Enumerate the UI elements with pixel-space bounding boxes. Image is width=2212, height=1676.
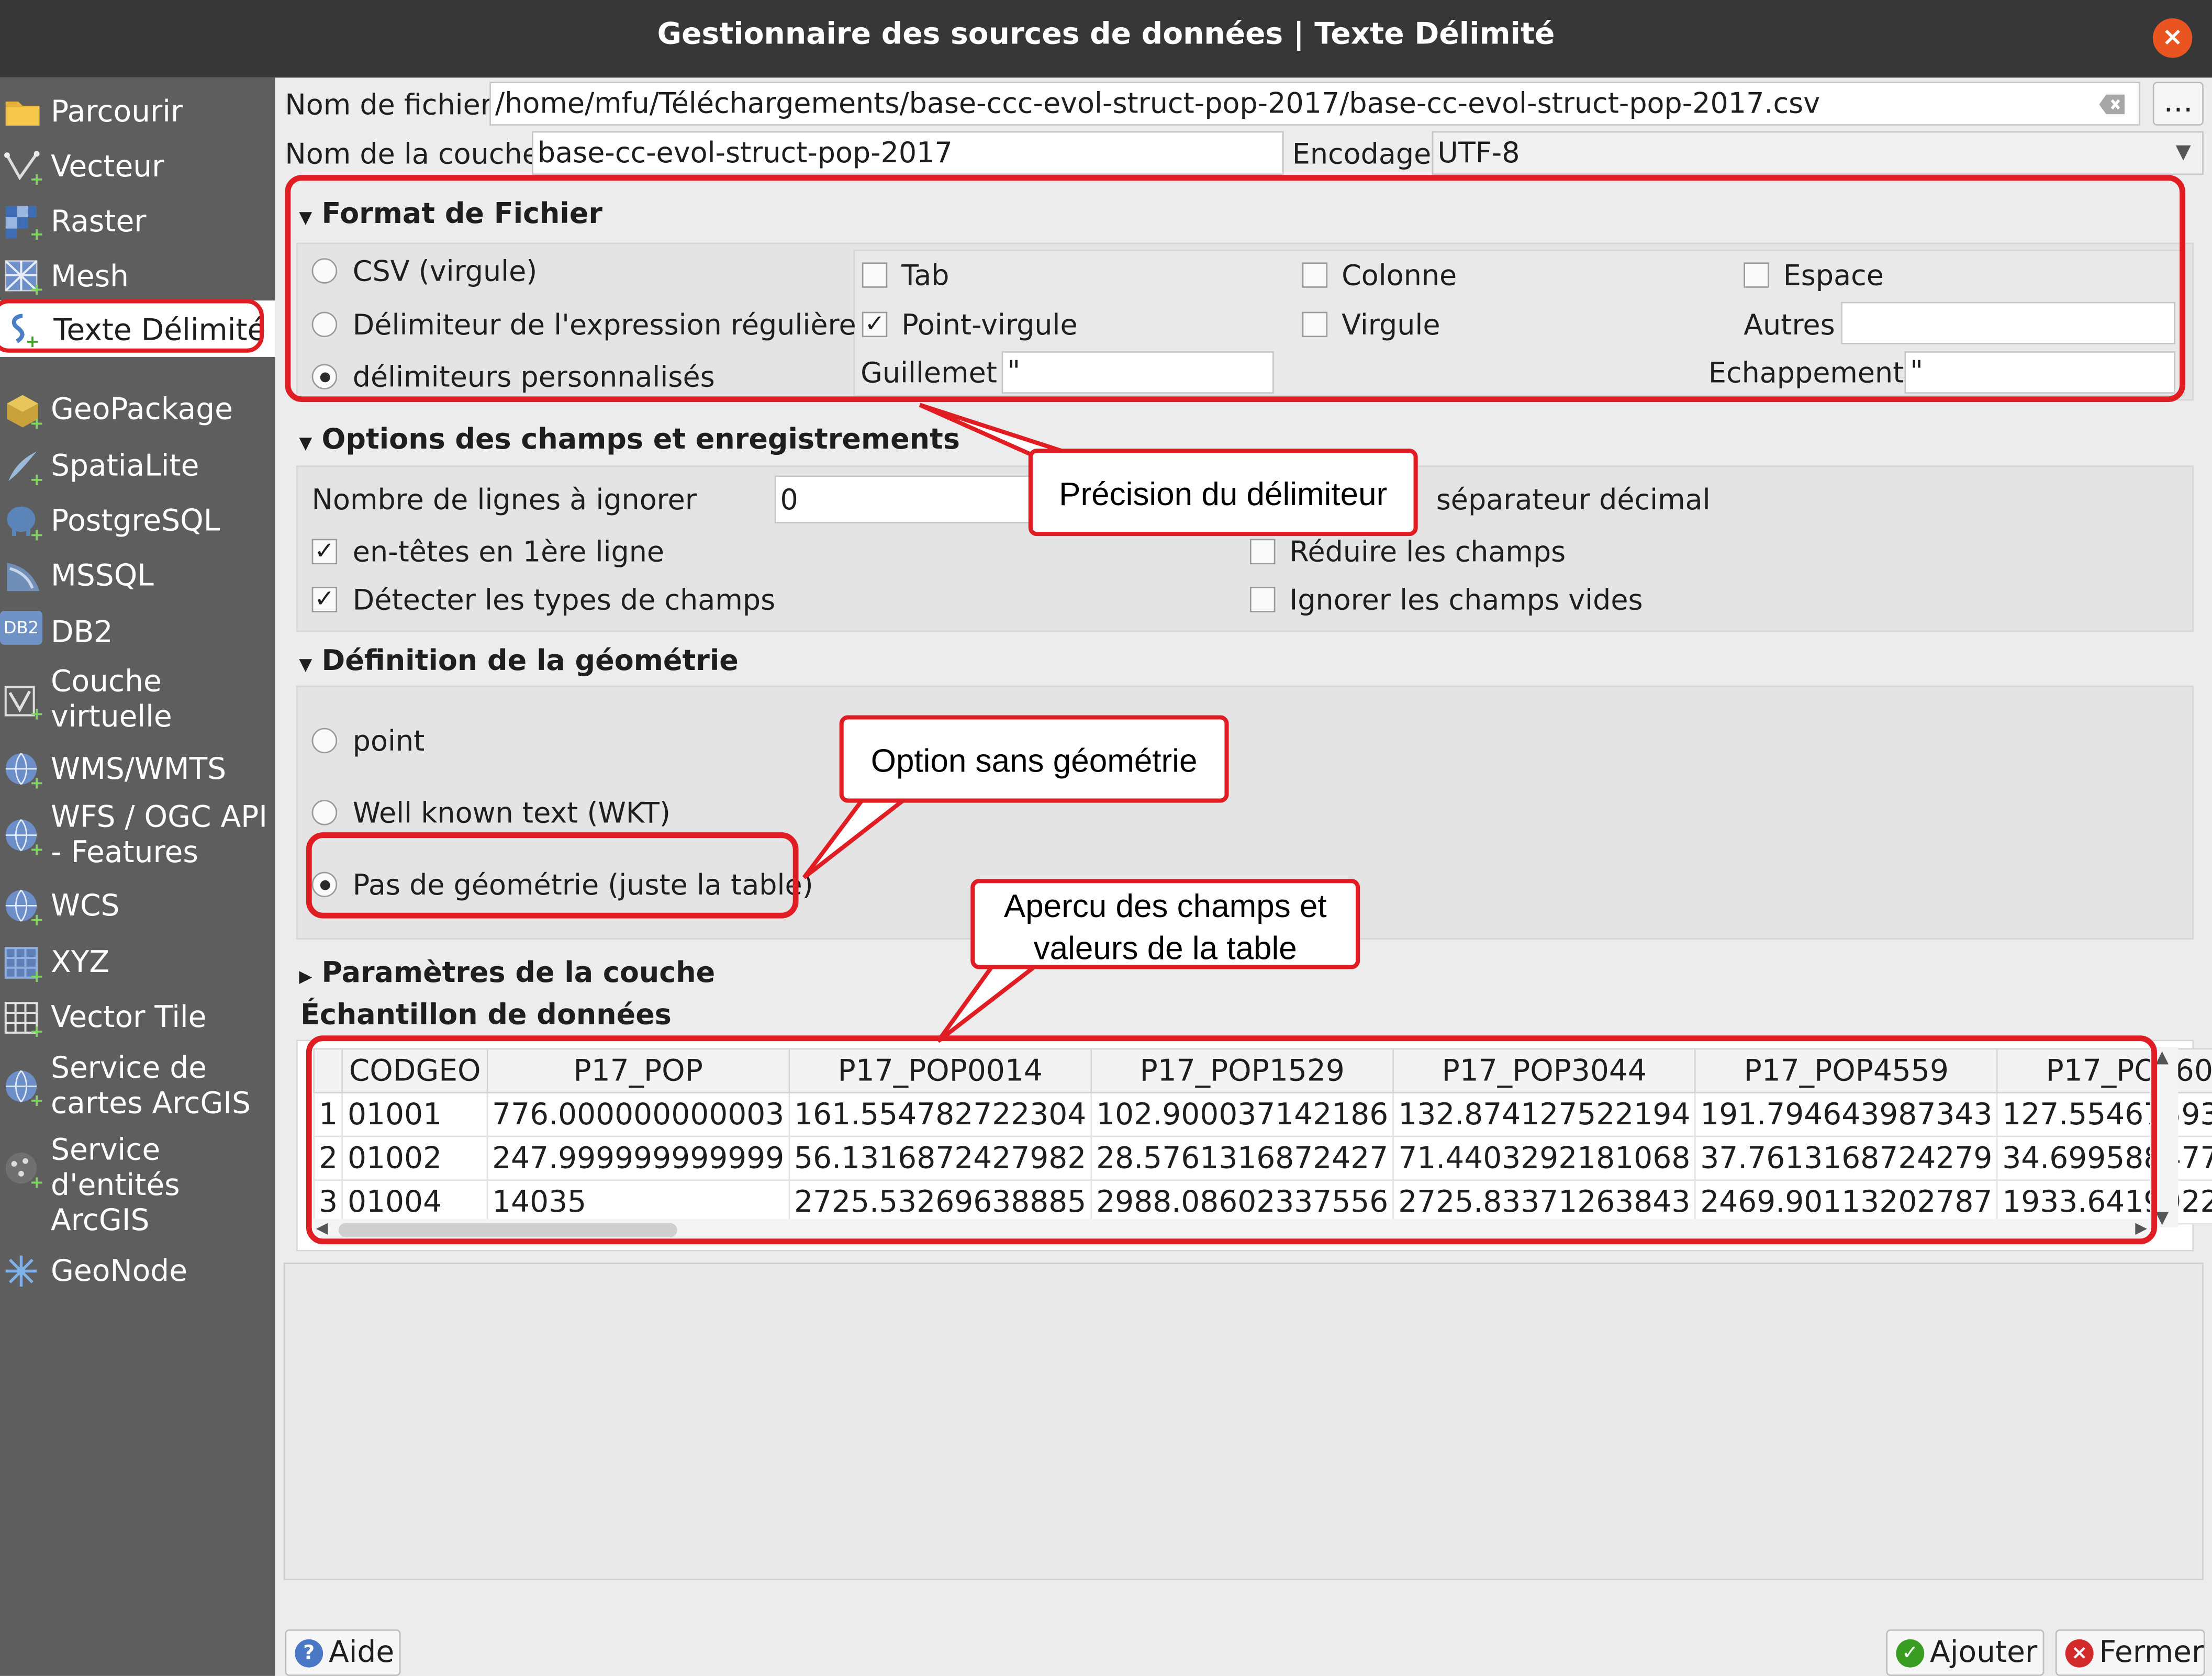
- check-icon: ✓: [1896, 1639, 1925, 1668]
- close-icon: ×: [2065, 1639, 2094, 1668]
- callout-preview: Apercu des champs et valeurs de la table: [970, 879, 1360, 969]
- callout-no-geometry: Option sans géométrie: [839, 715, 1229, 803]
- add-button-label: Ajouter: [1930, 1635, 2038, 1669]
- help-button[interactable]: ? Aide: [285, 1629, 401, 1676]
- add-button[interactable]: ✓ Ajouter: [1886, 1629, 2045, 1676]
- close-button-label: Fermer: [2099, 1635, 2204, 1669]
- callout-pointer-preview: [936, 963, 1043, 1043]
- close-button[interactable]: × Fermer: [2055, 1629, 2205, 1676]
- callout-delimiter: Précision du délimiteur: [1028, 449, 1418, 537]
- callout-preview-line1: Apercu des champs et: [1003, 887, 1327, 924]
- data-source-manager-window: Gestionnaire des sources de données | Te…: [0, 0, 2212, 1676]
- callout-pointer-no-geometry: [802, 796, 912, 879]
- help-icon: ?: [295, 1639, 323, 1668]
- help-button-label: Aide: [328, 1635, 395, 1669]
- callout-pointers: [802, 403, 1073, 1043]
- callout-preview-line2: valeurs de la table: [1033, 930, 1297, 967]
